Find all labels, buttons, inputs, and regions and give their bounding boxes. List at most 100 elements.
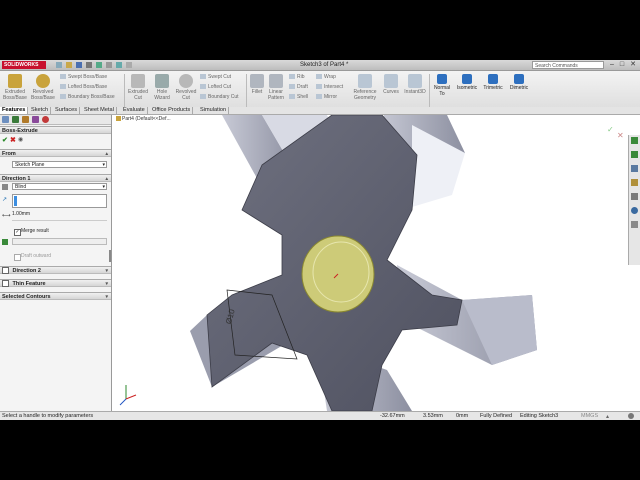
shell-button[interactable]: Shell — [289, 94, 308, 101]
triad-x-axis — [125, 394, 137, 400]
dimxpert-icon[interactable] — [32, 116, 39, 123]
intersect-button[interactable]: Intersect — [316, 84, 343, 91]
linear-pattern-button[interactable]: Linear Pattern — [266, 74, 286, 101]
selected-contours-section-header[interactable]: Selected Contours ▾ — [0, 292, 111, 300]
extruded-cut-icon — [131, 74, 145, 88]
draft-angle-input[interactable] — [12, 238, 107, 245]
draft-icon[interactable] — [2, 239, 8, 245]
from-select[interactable]: Sketch Plane ▾ — [12, 161, 107, 168]
swept-boss-button[interactable]: Swept Boss/Base — [60, 74, 107, 81]
display-manager-icon[interactable] — [42, 116, 49, 123]
extruded-cut-button[interactable]: Extruded Cut — [127, 74, 149, 101]
units-selector[interactable]: MMGS — [581, 412, 598, 420]
maximize-button[interactable]: □ — [617, 60, 627, 70]
revolved-boss-button[interactable]: Revolved Boss/Base — [30, 74, 56, 101]
graphics-area[interactable]: Part4 (Default<<Def... ⌕ ⌕ — [112, 115, 640, 411]
merge-result-checkbox[interactable]: ✓ — [14, 229, 21, 236]
feature-tree-icon[interactable] — [2, 116, 9, 123]
hole-wizard-button[interactable]: Hole Wizard — [151, 74, 173, 101]
direction-selection-box[interactable] — [12, 194, 107, 208]
detailed-preview-icon[interactable]: ◉ — [18, 136, 23, 143]
configuration-icon[interactable] — [22, 116, 29, 123]
tab-sketch[interactable]: Sketch — [29, 107, 52, 114]
tab-office-products[interactable]: Office Products — [150, 107, 194, 114]
options-icon[interactable] — [126, 62, 132, 68]
editing-status: Editing Sketch3 — [520, 413, 559, 419]
minimize-button[interactable]: – — [607, 60, 617, 70]
depth-input[interactable]: 1.00mm — [12, 211, 107, 218]
confirm-check-icon[interactable]: ✓ — [607, 125, 614, 134]
dimetric-button[interactable]: Dimetric — [507, 74, 531, 91]
save-icon[interactable] — [76, 62, 82, 68]
direction1-section-header[interactable]: Direction 1 ▴ — [0, 174, 111, 182]
draft-button[interactable]: Draft — [289, 84, 308, 91]
swept-cut-button[interactable]: Swept Cut — [200, 74, 231, 81]
tab-evaluate[interactable]: Evaluate — [121, 107, 148, 114]
reference-geometry-button[interactable]: Reference Geometry — [350, 74, 380, 101]
isometric-button[interactable]: Isometric — [455, 74, 479, 91]
mirror-button[interactable]: Mirror — [316, 94, 337, 101]
design-library-icon[interactable] — [631, 151, 638, 158]
curves-button[interactable]: Curves — [381, 74, 401, 95]
reverse-direction-icon[interactable] — [2, 184, 8, 190]
open-icon[interactable] — [66, 62, 72, 68]
help-icon[interactable] — [628, 413, 634, 419]
forum-icon[interactable] — [631, 221, 638, 228]
lofted-cut-button[interactable]: Lofted Cut — [200, 84, 231, 91]
boundary-cut-button[interactable]: Boundary Cut — [200, 94, 239, 101]
close-button[interactable]: ✕ — [628, 60, 638, 70]
instant3d-button[interactable]: Instant3D — [403, 74, 427, 95]
thin-feature-section-header[interactable]: Thin Feature ▾ — [0, 279, 111, 288]
appearances-icon[interactable] — [631, 193, 638, 200]
direction2-section-header[interactable]: Direction 2 ▾ — [0, 266, 111, 275]
boundary-boss-button[interactable]: Boundary Boss/Base — [60, 94, 115, 101]
rebuild-icon[interactable] — [116, 62, 122, 68]
wrap-button[interactable]: Wrap — [316, 74, 336, 81]
search-commands-input[interactable]: Search Commands — [532, 61, 604, 69]
chevron-down-icon: ▾ — [102, 162, 105, 168]
ok-icon[interactable]: ✔ — [2, 136, 8, 144]
status-y-coordinate: 3.53mm — [423, 413, 443, 419]
revolved-cut-button[interactable]: Revolved Cut — [175, 74, 197, 101]
solidworks-window: SOLIDWORKS Sketch3 of Part4 * Search Com… — [0, 60, 640, 420]
file-explorer-icon[interactable] — [631, 165, 638, 172]
sketch-status: Fully Defined — [480, 413, 513, 419]
thin-feature-checkbox[interactable] — [2, 280, 9, 288]
panel-resize-handle[interactable] — [109, 250, 111, 262]
shell-icon — [289, 94, 295, 100]
model-view[interactable]: Ø10 — [112, 115, 640, 411]
command-manager-tabs: Features Sketch Surfaces Sheet Metal Eva… — [0, 107, 640, 115]
confirm-cancel-icon[interactable]: ✕ — [617, 131, 624, 140]
resources-icon[interactable] — [631, 137, 638, 144]
draft-outward-checkbox[interactable] — [14, 254, 21, 261]
units-chevron-icon[interactable]: ▴ — [606, 413, 609, 420]
tab-surfaces[interactable]: Surfaces — [53, 107, 81, 114]
property-manager: Boss-Extrude ✔ ✖ ◉ From ▴ Sketch Plane ▾… — [0, 115, 112, 411]
print-icon[interactable] — [86, 62, 92, 68]
rib-button[interactable]: Rib — [289, 74, 305, 81]
new-document-icon[interactable] — [56, 62, 62, 68]
lofted-boss-button[interactable]: Lofted Boss/Base — [60, 84, 107, 91]
lofted-cut-icon — [200, 84, 206, 90]
direction2-checkbox[interactable] — [2, 267, 9, 275]
tab-features[interactable]: Features — [0, 107, 29, 114]
tab-simulation[interactable]: Simulation — [198, 107, 230, 114]
fillet-button[interactable]: Fillet — [249, 74, 265, 95]
tab-sheet-metal[interactable]: Sheet Metal — [82, 107, 117, 114]
normal-to-button[interactable]: Normal To — [431, 74, 453, 97]
status-z-coordinate: 0mm — [456, 413, 469, 419]
extruded-boss-button[interactable]: Extruded Boss/Base — [2, 74, 28, 101]
select-icon[interactable] — [106, 62, 112, 68]
merge-result-label: Merge result — [21, 228, 49, 234]
cancel-icon[interactable]: ✖ — [10, 136, 16, 144]
end-condition-select[interactable]: Blind ▾ — [12, 183, 107, 190]
trimetric-button[interactable]: Trimetric — [481, 74, 505, 91]
undo-icon[interactable] — [96, 62, 102, 68]
property-manager-icon[interactable] — [12, 116, 19, 123]
trimetric-icon — [488, 74, 498, 84]
view-palette-icon[interactable] — [631, 179, 638, 186]
boundary-cut-icon — [200, 94, 206, 100]
custom-properties-icon[interactable] — [631, 207, 638, 214]
from-section-header[interactable]: From ▴ — [0, 149, 111, 157]
solidworks-logo[interactable]: SOLIDWORKS — [2, 61, 46, 69]
